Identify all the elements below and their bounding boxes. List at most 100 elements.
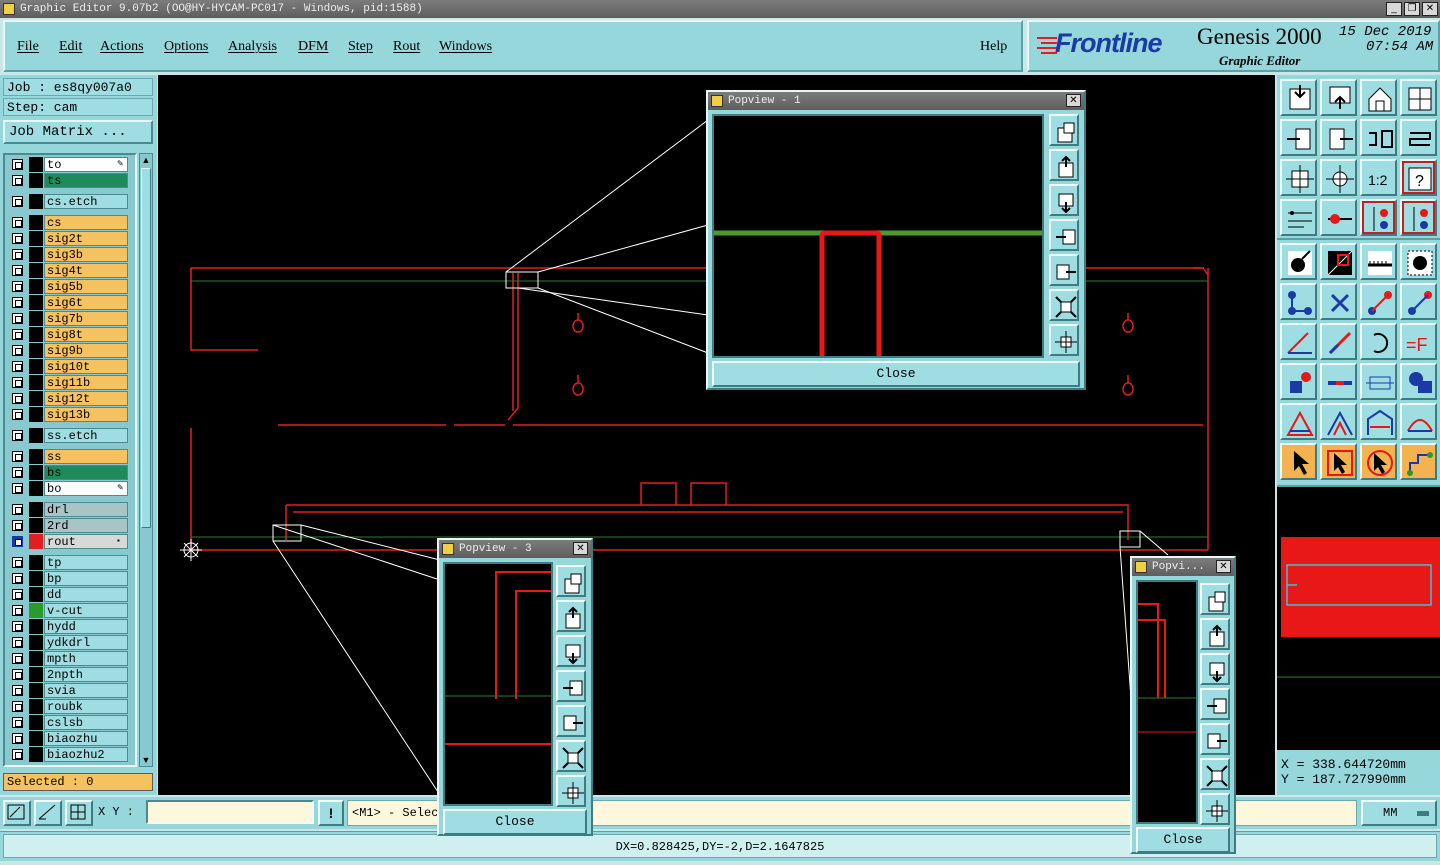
- layer-name[interactable]: sig4t: [44, 263, 128, 278]
- layer-color-swatch[interactable]: [29, 295, 43, 310]
- snap-tool-button[interactable]: [1360, 119, 1397, 156]
- layer-checkbox[interactable]: [12, 297, 23, 308]
- zoom-out-button[interactable]: [1049, 289, 1079, 321]
- layer-name[interactable]: sig13b: [44, 407, 128, 422]
- layer-name[interactable]: 2npth: [44, 667, 128, 682]
- layer-row[interactable]: ss: [8, 449, 128, 464]
- tri-tool-button[interactable]: [1280, 403, 1317, 440]
- alert-button[interactable]: !: [318, 800, 344, 826]
- menu-dfm[interactable]: DFM: [298, 39, 328, 55]
- arrow-down-button[interactable]: [556, 635, 586, 667]
- layer-name[interactable]: ydkdrl: [44, 635, 128, 650]
- layer-row[interactable]: bo ✎: [8, 481, 128, 496]
- layer-checkbox[interactable]: [12, 361, 23, 372]
- zoom-in-button[interactable]: [1049, 324, 1079, 356]
- layer-color-swatch[interactable]: [29, 555, 43, 570]
- menu-actions[interactable]: Actions: [100, 39, 144, 55]
- layer-name[interactable]: ts: [44, 173, 128, 188]
- layer-row[interactable]: cs.etch: [8, 194, 128, 209]
- layer-color-swatch[interactable]: [29, 603, 43, 618]
- pan-right-tool-button[interactable]: [1320, 119, 1357, 156]
- layer-name[interactable]: sig7b: [44, 311, 128, 326]
- layer-name[interactable]: dd: [44, 587, 128, 602]
- layer-color-swatch[interactable]: [29, 587, 43, 602]
- menu-rout[interactable]: Rout: [393, 39, 420, 55]
- layer-color-swatch[interactable]: [29, 247, 43, 262]
- node-red-tool-button[interactable]: [1360, 283, 1397, 320]
- layer-name[interactable]: ss: [44, 449, 128, 464]
- layer-checkbox[interactable]: [12, 483, 23, 494]
- layer-name[interactable]: cs: [44, 215, 128, 230]
- popview-2-close-button[interactable]: Close: [1136, 827, 1230, 853]
- arrow-down-button[interactable]: [1200, 653, 1230, 685]
- layer-row[interactable]: 2npth: [8, 667, 128, 682]
- layer-checkbox[interactable]: [12, 409, 23, 420]
- blob-tool-button[interactable]: [1400, 363, 1437, 400]
- layer-row[interactable]: cs: [8, 215, 128, 230]
- popview-2-close-icon[interactable]: ✕: [1216, 560, 1231, 573]
- tri2-tool-button[interactable]: [1320, 403, 1357, 440]
- layer-row[interactable]: v-cut: [8, 603, 128, 618]
- layer-name[interactable]: v-cut: [44, 603, 128, 618]
- layer-row[interactable]: sig12t: [8, 391, 128, 406]
- layer-row[interactable]: sig7b: [8, 311, 128, 326]
- connect-tool-button[interactable]: [1320, 199, 1357, 236]
- menu-analysis[interactable]: Analysis: [228, 39, 277, 55]
- zoom-in-button[interactable]: [556, 775, 586, 807]
- layer-color-swatch[interactable]: [29, 263, 43, 278]
- layer-name[interactable]: bo: [44, 481, 128, 496]
- layer-color-swatch[interactable]: [29, 747, 43, 762]
- arrow-left-button[interactable]: [556, 670, 586, 702]
- layer-color-swatch[interactable]: [29, 635, 43, 650]
- layer-color-swatch[interactable]: [29, 619, 43, 634]
- layer-row[interactable]: ydkdrl: [8, 635, 128, 650]
- layer-row[interactable]: sig4t: [8, 263, 128, 278]
- layer-name[interactable]: bp: [44, 571, 128, 586]
- layer-checkbox[interactable]: [12, 557, 23, 568]
- layer-name[interactable]: biaozhu2: [44, 747, 128, 762]
- layer-checkbox[interactable]: [12, 701, 23, 712]
- layer-row[interactable]: bp: [8, 571, 128, 586]
- scroll-thumb[interactable]: [141, 168, 151, 528]
- layer-checkbox[interactable]: [12, 196, 23, 207]
- layer-name[interactable]: hydd: [44, 619, 128, 634]
- layer-color-swatch[interactable]: [29, 359, 43, 374]
- arc-tool-button[interactable]: [1360, 323, 1397, 360]
- angle-tool-button[interactable]: [1280, 323, 1317, 360]
- layer-row[interactable]: drl: [8, 502, 128, 517]
- cross-tool-button[interactable]: [1320, 283, 1357, 320]
- overview-map[interactable]: [1277, 485, 1440, 750]
- layer-row[interactable]: svia: [8, 683, 128, 698]
- layer-color-swatch[interactable]: [29, 194, 43, 209]
- layer-color-swatch[interactable]: [29, 428, 43, 443]
- layer-color-swatch[interactable]: [29, 534, 43, 549]
- layer-checkbox[interactable]: [12, 451, 23, 462]
- layer-row[interactable]: ts: [8, 173, 128, 188]
- layer-checkbox[interactable]: [12, 637, 23, 648]
- layer-name[interactable]: bs: [44, 465, 128, 480]
- layer-color-swatch[interactable]: [29, 699, 43, 714]
- layer-row[interactable]: bs: [8, 465, 128, 480]
- layer-row[interactable]: 2rd: [8, 518, 128, 533]
- home-tool-button[interactable]: [1360, 79, 1397, 116]
- layer-color-swatch[interactable]: [29, 215, 43, 230]
- layer-color-swatch[interactable]: [29, 571, 43, 586]
- text-f-tool-button[interactable]: =F: [1400, 323, 1437, 360]
- zoom-home-tool-button[interactable]: [1320, 79, 1357, 116]
- menu-options[interactable]: Options: [164, 39, 208, 55]
- line-tool-button[interactable]: [1320, 323, 1357, 360]
- tri3-tool-button[interactable]: [1360, 403, 1397, 440]
- menu-help[interactable]: Help: [980, 39, 1007, 55]
- help-tool-button[interactable]: ?: [1400, 159, 1437, 196]
- layer-color-swatch[interactable]: [29, 502, 43, 517]
- layer-name[interactable]: mpth: [44, 651, 128, 666]
- zoom-popup-button[interactable]: [556, 565, 586, 597]
- layer-checkbox[interactable]: [12, 621, 23, 632]
- layer-row[interactable]: rout ▪: [8, 534, 128, 549]
- layer-row[interactable]: roubk: [8, 699, 128, 714]
- line-red-tool-button[interactable]: [1320, 363, 1357, 400]
- zoom-out-button[interactable]: [1200, 758, 1230, 790]
- layer-checkbox[interactable]: [12, 175, 23, 186]
- popview-1-close-icon[interactable]: ✕: [1066, 94, 1081, 107]
- layer-color-swatch[interactable]: [29, 157, 43, 172]
